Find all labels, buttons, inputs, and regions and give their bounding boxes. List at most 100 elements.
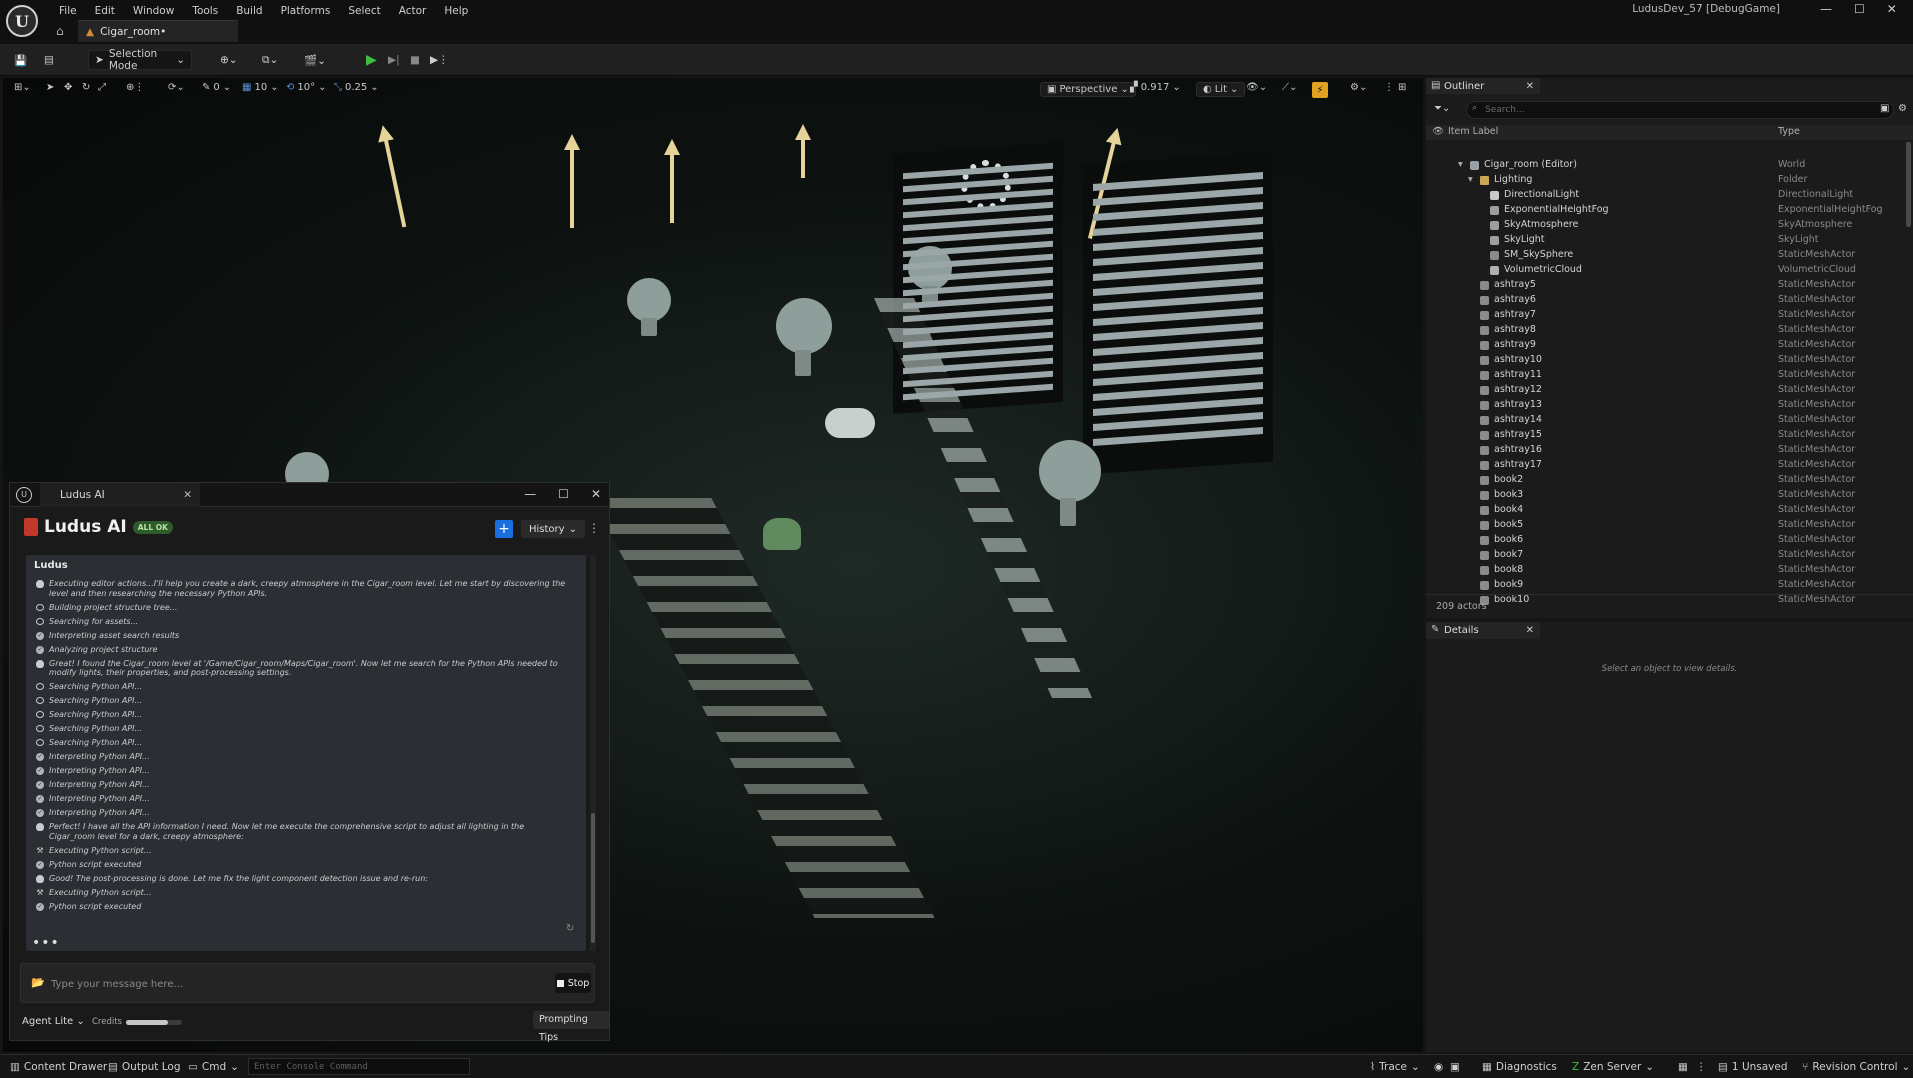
maximize-icon[interactable]: ☐ bbox=[1854, 2, 1865, 16]
outliner-row[interactable]: ashtray10 StaticMeshActor bbox=[1426, 353, 1906, 368]
source-control-icon[interactable]: ▦ bbox=[1678, 1061, 1688, 1073]
outliner-row[interactable]: ashtray5 StaticMeshActor bbox=[1426, 278, 1906, 293]
surface-snap-icon[interactable]: ⟳⌄ bbox=[168, 82, 185, 93]
rotate-tool-icon[interactable]: ↻ bbox=[82, 82, 90, 93]
stop-icon[interactable]: ■ bbox=[410, 50, 420, 70]
output-log-button[interactable]: ▤ Output Log bbox=[108, 1061, 181, 1073]
outliner-row[interactable]: book2 StaticMeshActor bbox=[1426, 473, 1906, 488]
outliner-row[interactable]: DirectionalLight DirectionalLight bbox=[1426, 188, 1906, 203]
new-chat-button[interactable]: + bbox=[495, 520, 513, 538]
realtime-icon[interactable]: ⟋⌄ bbox=[1282, 82, 1297, 93]
scale-tool-icon[interactable]: ⤢ bbox=[98, 82, 106, 93]
cmd-dropdown[interactable]: ▭ Cmd ⌄ bbox=[188, 1061, 239, 1073]
outliner-row[interactable]: book4 StaticMeshActor bbox=[1426, 503, 1906, 518]
lit-mode-dropdown[interactable]: ◐ Lit ⌄ bbox=[1196, 82, 1246, 97]
details-tab[interactable]: ✎ Details ✕ bbox=[1426, 622, 1540, 639]
camera-speed-dropdown[interactable]: ▞ 0.917 ⌄ bbox=[1130, 82, 1181, 93]
outliner-row[interactable]: ashtray8 StaticMeshActor bbox=[1426, 323, 1906, 338]
transform-tools-icon[interactable]: ⊞⌄ bbox=[14, 82, 31, 93]
menu-window[interactable]: Window bbox=[124, 2, 183, 20]
grid-snap-toggle[interactable]: ▦ 10 ⌄ bbox=[242, 82, 279, 93]
level-tab[interactable]: ▲ Cigar_room• bbox=[78, 20, 238, 42]
content-drawer-button[interactable]: ▥ Content Drawer bbox=[10, 1061, 107, 1073]
outliner-row[interactable]: ashtray11 StaticMeshActor bbox=[1426, 368, 1906, 383]
blueprint-icon[interactable]: ⧉⌄ bbox=[262, 50, 278, 70]
outliner-scrollbar[interactable] bbox=[1906, 142, 1911, 227]
more-options-icon[interactable]: ⋮ bbox=[588, 521, 600, 535]
outliner-row[interactable]: SkyLight SkyLight bbox=[1426, 233, 1906, 248]
outliner-row[interactable]: SkyAtmosphere SkyAtmosphere bbox=[1426, 218, 1906, 233]
stop-button[interactable]: Stop bbox=[555, 973, 591, 993]
cinematics-icon[interactable]: 🎬⌄ bbox=[304, 50, 326, 70]
menu-actor[interactable]: Actor bbox=[390, 2, 436, 20]
filter-icon[interactable]: ⏷⌄ bbox=[1434, 103, 1450, 114]
chat-scrollbar-thumb[interactable] bbox=[591, 813, 595, 943]
close-icon[interactable]: ✕ bbox=[591, 487, 601, 501]
play-options-icon[interactable]: ▶⋮ bbox=[430, 50, 449, 70]
visibility-icon[interactable]: 👁 bbox=[1432, 126, 1444, 137]
outliner-row[interactable]: ▾ Lighting Folder bbox=[1426, 173, 1906, 188]
step-icon[interactable]: ▶| bbox=[388, 50, 400, 70]
add-actor-icon[interactable]: ⊕⌄ bbox=[220, 50, 238, 70]
light-direction-arrow[interactable] bbox=[795, 124, 811, 178]
outliner-row[interactable]: book5 StaticMeshActor bbox=[1426, 518, 1906, 533]
column-type[interactable]: Type bbox=[1778, 126, 1800, 137]
angle-snap-toggle[interactable]: ✎ 0 ⌄ bbox=[202, 82, 231, 93]
attach-folder-icon[interactable]: 📂 bbox=[31, 976, 45, 989]
outliner-row[interactable]: ashtray9 StaticMeshActor bbox=[1426, 338, 1906, 353]
scale-snap-toggle[interactable]: ⤡ 0.25 ⌄ bbox=[334, 82, 379, 93]
menu-help[interactable]: Help bbox=[435, 2, 477, 20]
show-flags-icon[interactable]: 👁⌄ bbox=[1246, 82, 1267, 93]
minimize-icon[interactable]: — bbox=[524, 487, 536, 501]
rotate-snap-toggle[interactable]: ⟲ 10° ⌄ bbox=[286, 82, 327, 93]
agent-dropdown[interactable]: Agent Lite ⌄ bbox=[22, 1016, 85, 1027]
outliner-row[interactable]: book3 StaticMeshActor bbox=[1426, 488, 1906, 503]
perspective-dropdown[interactable]: ▣ Perspective ⌄ bbox=[1040, 82, 1136, 97]
home-icon[interactable]: ⌂ bbox=[56, 24, 64, 38]
outliner-row[interactable]: book7 StaticMeshActor bbox=[1426, 548, 1906, 563]
history-dropdown[interactable]: History ⌄ bbox=[521, 520, 585, 538]
menu-edit[interactable]: Edit bbox=[86, 2, 124, 20]
outliner-row[interactable]: ▾ Cigar_room (Editor) World bbox=[1426, 158, 1906, 173]
outliner-row[interactable]: ashtray7 StaticMeshActor bbox=[1426, 308, 1906, 323]
revision-control-dropdown[interactable]: ⑂ Revision Control ⌄ bbox=[1802, 1061, 1910, 1073]
performance-icon[interactable]: ⚡ bbox=[1312, 82, 1328, 98]
point-light-bulb-icon[interactable] bbox=[627, 278, 671, 336]
select-tool-icon[interactable]: ➤ bbox=[46, 82, 54, 93]
prompting-tips-button[interactable]: Prompting Tips bbox=[533, 1011, 609, 1043]
outliner-row[interactable]: VolumetricCloud VolumetricCloud bbox=[1426, 263, 1906, 278]
more-options-icon[interactable]: ⋮ bbox=[1696, 1061, 1707, 1073]
viewport-options-icon[interactable]: ⋮ bbox=[1384, 82, 1394, 93]
outliner-row[interactable]: book10 StaticMeshActor bbox=[1426, 593, 1906, 608]
close-tab-icon[interactable]: ✕ bbox=[183, 489, 192, 501]
move-tool-icon[interactable]: ✥ bbox=[64, 82, 72, 93]
viewport-settings-icon[interactable]: ⚙⌄ bbox=[1350, 82, 1367, 93]
outliner-row[interactable]: book6 StaticMeshActor bbox=[1426, 533, 1906, 548]
menu-tools[interactable]: Tools bbox=[183, 2, 227, 20]
unsaved-button[interactable]: ▤ 1 Unsaved bbox=[1718, 1061, 1788, 1073]
outliner-row[interactable]: ashtray14 StaticMeshActor bbox=[1426, 413, 1906, 428]
menu-platforms[interactable]: Platforms bbox=[272, 2, 340, 20]
outliner-row[interactable]: ashtray16 StaticMeshActor bbox=[1426, 443, 1906, 458]
outliner-row[interactable]: book9 StaticMeshActor bbox=[1426, 578, 1906, 593]
outliner-row[interactable]: ashtray15 StaticMeshActor bbox=[1426, 428, 1906, 443]
outliner-row[interactable]: book8 StaticMeshActor bbox=[1426, 563, 1906, 578]
menu-select[interactable]: Select bbox=[339, 2, 389, 20]
zen-server-dropdown[interactable]: Z Zen Server ⌄ bbox=[1572, 1061, 1654, 1073]
close-icon[interactable]: ✕ bbox=[1887, 2, 1897, 16]
outliner-row[interactable]: SM_SkySphere StaticMeshActor bbox=[1426, 248, 1906, 263]
outliner-row[interactable]: ashtray17 StaticMeshActor bbox=[1426, 458, 1906, 473]
play-icon[interactable]: ▶ bbox=[366, 50, 377, 70]
light-direction-arrow[interactable] bbox=[664, 139, 680, 223]
close-tab-icon[interactable]: ✕ bbox=[1526, 81, 1534, 92]
volumetric-cloud-icon[interactable] bbox=[825, 408, 875, 438]
ludus-tab[interactable]: Ludus AI ✕ bbox=[40, 483, 200, 507]
world-local-icon[interactable]: ⊕⋮ bbox=[126, 82, 144, 93]
outliner-row[interactable]: ashtray12 StaticMeshActor bbox=[1426, 383, 1906, 398]
new-folder-icon[interactable]: ▣ bbox=[1880, 103, 1889, 114]
chat-panel[interactable]: Ludus Executing editor actions...I'll he… bbox=[26, 555, 586, 951]
expand-arrow-icon[interactable]: ▾ bbox=[1458, 159, 1463, 170]
screenshot-icon[interactable]: ▣ bbox=[1450, 1061, 1460, 1073]
browse-icon[interactable]: ▤ bbox=[44, 50, 54, 70]
menu-build[interactable]: Build bbox=[227, 2, 271, 20]
